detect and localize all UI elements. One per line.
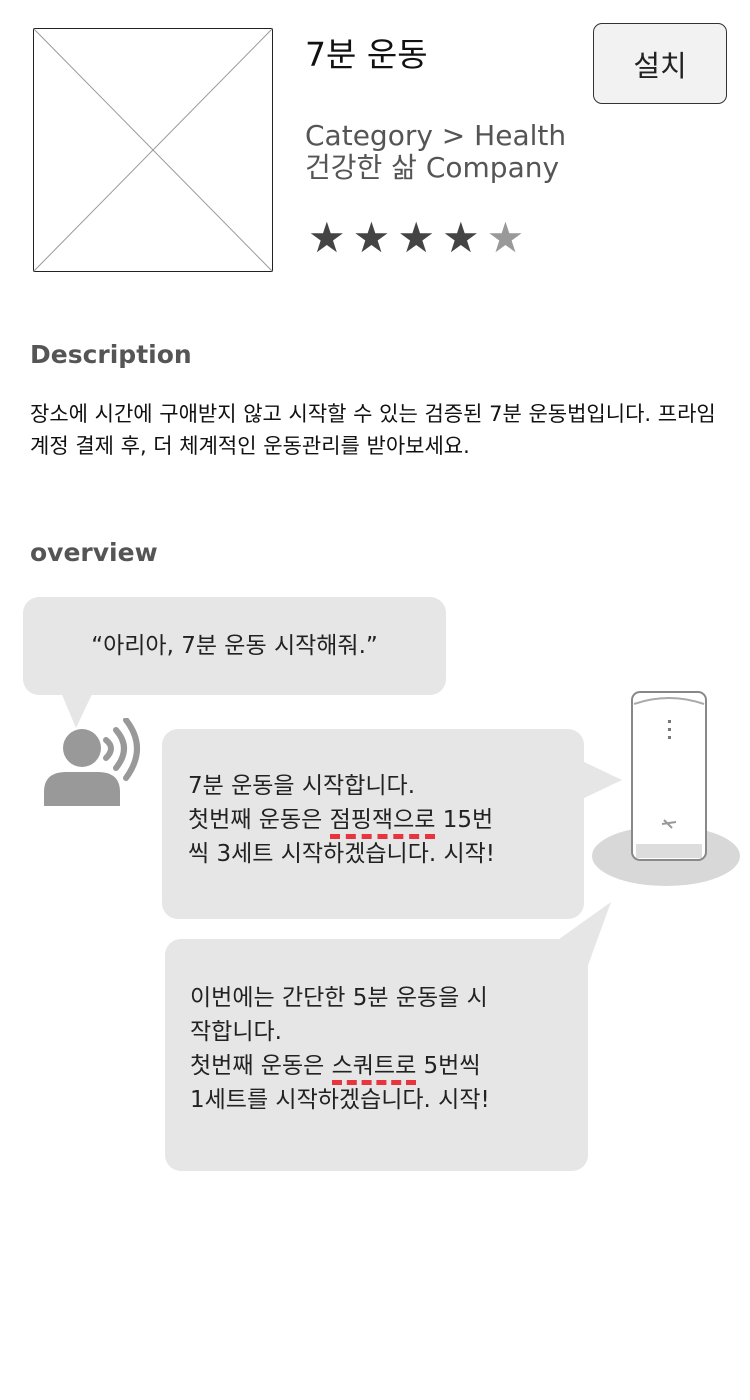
- reply1-line2-pre: 첫번째 운동은: [188, 807, 330, 833]
- star-icon: ★: [397, 213, 435, 262]
- reply2-line3: 첫번째 운동은 스쿼트로 5번씩: [190, 1049, 570, 1085]
- reply1-line2-post: 15번: [435, 807, 494, 833]
- reply2-line4: 1세트를 시작하겠습니다. 시작!: [190, 1087, 490, 1113]
- star-rating: ★ ★ ★ ★ ★: [308, 215, 524, 261]
- smart-speaker-icon: [592, 691, 740, 886]
- reply2-line3-pre: 첫번째 운동은: [190, 1053, 332, 1079]
- star-icon: ★: [352, 213, 391, 262]
- reply2-line3-post: 5번씩: [416, 1053, 481, 1079]
- app-company: 건강한 삶 Company: [305, 151, 560, 184]
- reply1-line1: 7분 운동을 시작합니다.: [188, 773, 416, 799]
- user-utterance: “아리아, 7분 운동 시작해줘.”: [91, 633, 378, 659]
- description-heading: Description: [30, 340, 192, 369]
- app-category: Category > Health: [305, 119, 567, 152]
- app-meta: Category > Health 건강한 삶 Company: [305, 120, 566, 184]
- reply1-line2: 첫번째 운동은 점핑잭으로 15번: [188, 803, 578, 839]
- user-speaking-icon: [44, 718, 140, 806]
- highlight-exercise: 스쿼트로: [331, 1053, 417, 1085]
- star-icon: ★: [441, 213, 480, 262]
- reply1-line3: 씩 3세트 시작하겠습니다. 시작!: [188, 841, 496, 867]
- description-text: 장소에 시간에 구애받지 않고 시작할 수 있는 검증된 7분 운동법입니다. …: [30, 402, 716, 458]
- app-icon-placeholder: [33, 28, 273, 272]
- reply2-line2: 작합니다.: [190, 1019, 282, 1045]
- app-title: 7분 운동: [305, 35, 428, 74]
- overview-heading: overview: [30, 538, 158, 567]
- install-button[interactable]: 설치: [593, 23, 727, 104]
- speaker-reply-bubble-2: 이번에는 간단한 5분 운동을 시 작합니다. 첫번째 운동은 스쿼트로 5번씩…: [165, 939, 588, 1171]
- highlight-exercise: 점핑잭으로: [329, 807, 436, 839]
- reply2-line1: 이번에는 간단한 5분 운동을 시: [190, 985, 488, 1011]
- speaker-reply-bubble-1: 7분 운동을 시작합니다. 첫번째 운동은 점핑잭으로 15번 씩 3세트 시작…: [162, 729, 584, 919]
- star-icon: ★: [308, 213, 346, 262]
- user-speech-bubble: “아리아, 7분 운동 시작해줘.”: [23, 597, 446, 695]
- star-half-icon: ★: [486, 213, 525, 262]
